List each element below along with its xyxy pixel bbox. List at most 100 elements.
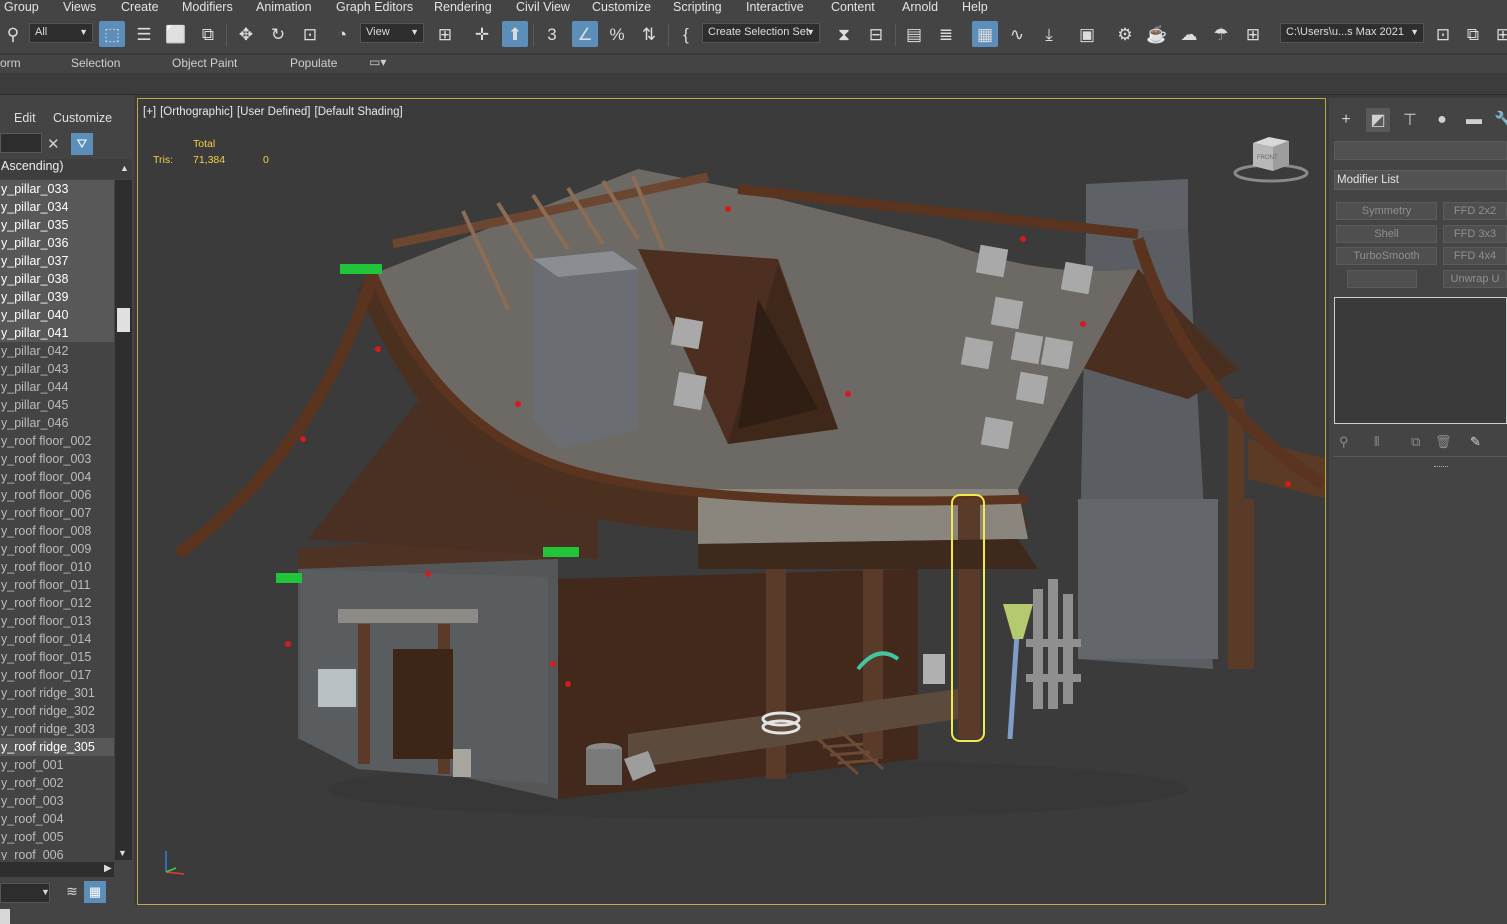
panel-resize-handle[interactable] bbox=[1434, 466, 1448, 468]
scroll-down-icon[interactable]: ▼ bbox=[118, 848, 127, 858]
project-folder-dropdown[interactable]: C:\Users\u...s Max 2021 ▼ bbox=[1280, 23, 1424, 43]
modifier-button-shell[interactable]: Shell bbox=[1336, 225, 1437, 243]
display-tab-icon[interactable]: ▬ bbox=[1462, 108, 1486, 132]
keyboard-shortcut-override-icon[interactable]: ⬆ bbox=[502, 21, 528, 47]
rectangle-selection-icon[interactable]: ⬜ bbox=[163, 21, 189, 47]
ribbon-tab-freeform[interactable]: orm bbox=[0, 56, 21, 70]
scene-explorer-row[interactable]: y_roof_001 bbox=[0, 756, 114, 774]
link-icon[interactable]: ⚲ bbox=[0, 21, 26, 47]
modifier-button-empty[interactable] bbox=[1347, 270, 1417, 288]
menu-interactive[interactable]: Interactive bbox=[746, 0, 804, 14]
modifier-stack-list[interactable] bbox=[1334, 297, 1507, 424]
sort-by-layer-icon[interactable]: ≋ bbox=[62, 883, 82, 903]
scene-explorer-row[interactable]: y_pillar_037 bbox=[0, 252, 114, 270]
menu-content[interactable]: Content bbox=[831, 0, 875, 14]
explorer-search-input[interactable] bbox=[0, 133, 42, 153]
menu-customize[interactable]: Customize bbox=[592, 0, 651, 14]
scene-explorer-row[interactable]: y_roof floor_010 bbox=[0, 558, 114, 576]
menu-help[interactable]: Help bbox=[962, 0, 988, 14]
filter-icon[interactable]: ⛛ bbox=[71, 133, 93, 155]
menu-create[interactable]: Create bbox=[121, 0, 159, 14]
scene-explorer-row[interactable]: y_roof_002 bbox=[0, 774, 114, 792]
scroll-right-icon[interactable]: ▶ bbox=[104, 863, 112, 874]
align-icon[interactable]: ⊟ bbox=[863, 21, 889, 47]
scene-explorer-row[interactable]: y_roof_006 bbox=[0, 846, 114, 860]
workspaces-icon[interactable]: ⊞ bbox=[1490, 21, 1507, 47]
scene-explorer-row[interactable]: y_pillar_038 bbox=[0, 270, 114, 288]
mirror-icon[interactable]: ⧗ bbox=[831, 21, 857, 47]
clear-search-icon[interactable]: ✕ bbox=[47, 135, 60, 153]
scene-explorer-row[interactable]: y_pillar_035 bbox=[0, 216, 114, 234]
object-name-field[interactable] bbox=[1334, 141, 1507, 160]
angle-snap-icon[interactable]: ∠ bbox=[572, 21, 598, 47]
scene-explorer-row[interactable]: y_roof floor_003 bbox=[0, 450, 114, 468]
ribbon-tab-selection[interactable]: Selection bbox=[71, 56, 120, 70]
select-manipulate-icon[interactable]: ✛ bbox=[469, 21, 495, 47]
configure-modifier-sets-icon[interactable]: ✎ bbox=[1470, 434, 1481, 450]
render-in-cloud-icon[interactable]: ☂ bbox=[1208, 21, 1234, 47]
scene-explorer-row[interactable]: y_pillar_033 bbox=[0, 180, 114, 198]
modifier-button-turbosmooth[interactable]: TurboSmooth bbox=[1336, 247, 1437, 265]
move-icon[interactable]: ✥ bbox=[233, 21, 259, 47]
scene-explorer-row[interactable]: y_roof_004 bbox=[0, 810, 114, 828]
modify-tab-icon[interactable]: ◩ bbox=[1366, 108, 1390, 132]
perspective-viewport[interactable]: [+] [Orthographic] [User Defined] [Default … bbox=[137, 98, 1326, 905]
scene-explorer-row[interactable]: y_roof floor_014 bbox=[0, 630, 114, 648]
scene-explorer-row[interactable]: y_roof ridge_301 bbox=[0, 684, 114, 702]
material-editor-icon[interactable]: ▣ bbox=[1074, 21, 1100, 47]
snaps-toggle-icon[interactable]: 3 bbox=[539, 21, 565, 47]
pivot-center-icon[interactable]: ⊞ bbox=[432, 21, 458, 47]
scene-explorer-row[interactable]: y_roof_003 bbox=[0, 792, 114, 810]
select-object-icon[interactable]: ⬚ bbox=[99, 21, 125, 47]
motion-tab-icon[interactable]: ● bbox=[1430, 108, 1454, 132]
modifier-button-ffd-3x3[interactable]: FFD 3x3 bbox=[1443, 225, 1507, 243]
scene-explorer-row[interactable]: y_roof floor_002 bbox=[0, 432, 114, 450]
scene-explorer-row[interactable]: y_pillar_036 bbox=[0, 234, 114, 252]
modifier-button-unwrap-uvw[interactable]: Unwrap U bbox=[1443, 270, 1507, 288]
menu-civil-view[interactable]: Civil View bbox=[516, 0, 570, 14]
menu-modifiers[interactable]: Modifiers bbox=[182, 0, 233, 14]
menu-graph-editors[interactable]: Graph Editors bbox=[336, 0, 413, 14]
explorer-menu-edit[interactable]: Edit bbox=[14, 111, 36, 125]
scene-explorer-row[interactable]: y_roof floor_007 bbox=[0, 504, 114, 522]
ribbon-tab-populate[interactable]: Populate bbox=[290, 56, 337, 70]
scene-explorer-row[interactable]: y_roof floor_004 bbox=[0, 468, 114, 486]
scene-explorer-row[interactable]: y_roof ridge_305 bbox=[0, 738, 114, 756]
make-unique-icon[interactable]: ⧉ bbox=[1411, 434, 1420, 450]
scene-explorer-row[interactable]: y_roof floor_006 bbox=[0, 486, 114, 504]
create-tab-icon[interactable]: + bbox=[1334, 108, 1358, 132]
modifier-button-ffd-4x4[interactable]: FFD 4x4 bbox=[1443, 247, 1507, 265]
modifier-list-dropdown[interactable]: Modifier List bbox=[1334, 170, 1507, 190]
scene-explorer-row[interactable]: y_roof floor_008 bbox=[0, 522, 114, 540]
menu-animation[interactable]: Animation bbox=[256, 0, 312, 14]
scroll-up-icon[interactable]: ▲ bbox=[120, 163, 129, 173]
pin-stack-icon[interactable]: ⚲ bbox=[1339, 434, 1349, 450]
show-end-result-icon[interactable]: ⫴ bbox=[1374, 434, 1379, 450]
explorer-vertical-scrollbar[interactable]: ▼ bbox=[115, 180, 132, 860]
scene-explorer-row[interactable]: y_pillar_043 bbox=[0, 360, 114, 378]
explorer-menu-customize[interactable]: Customize bbox=[53, 111, 112, 125]
set-project-folder-icon[interactable]: ⊡ bbox=[1430, 21, 1456, 47]
scene-explorer-row[interactable]: y_pillar_046 bbox=[0, 414, 114, 432]
reference-coordinate-dropdown[interactable]: View ▼ bbox=[360, 23, 424, 43]
hierarchy-tab-icon[interactable]: ⊤ bbox=[1398, 108, 1422, 132]
scene-explorer-row[interactable]: y_roof ridge_302 bbox=[0, 702, 114, 720]
scene-explorer-row[interactable]: y_roof_005 bbox=[0, 828, 114, 846]
schematic-view-icon[interactable]: ⤓ bbox=[1036, 21, 1062, 47]
scene-explorer-row[interactable]: y_pillar_039 bbox=[0, 288, 114, 306]
edit-named-selection-icon[interactable]: { bbox=[673, 21, 699, 47]
open-explorer-icon[interactable]: ⧉ bbox=[1460, 21, 1486, 47]
scene-explorer-row[interactable]: y_roof floor_013 bbox=[0, 612, 114, 630]
toggle-layer-explorer-icon[interactable]: ≣ bbox=[933, 21, 959, 47]
scene-explorer-row[interactable]: y_roof floor_012 bbox=[0, 594, 114, 612]
scene-explorer-row[interactable]: y_pillar_045 bbox=[0, 396, 114, 414]
render-production-icon[interactable]: ☁ bbox=[1176, 21, 1202, 47]
toggle-ribbon-icon[interactable]: ▦ bbox=[972, 21, 998, 47]
named-selection-set-dropdown[interactable]: Create Selection Set ▼ bbox=[702, 23, 820, 43]
ribbon-tab-object-paint[interactable]: Object Paint bbox=[172, 56, 237, 70]
modifier-button-symmetry[interactable]: Symmetry bbox=[1336, 202, 1437, 220]
rotate-icon[interactable]: ↻ bbox=[265, 21, 291, 47]
rendered-frame-window-icon[interactable]: ☕ bbox=[1144, 21, 1170, 47]
render-setup-icon[interactable]: ⚙ bbox=[1112, 21, 1138, 47]
scene-explorer-row[interactable]: y_pillar_041 bbox=[0, 324, 114, 342]
